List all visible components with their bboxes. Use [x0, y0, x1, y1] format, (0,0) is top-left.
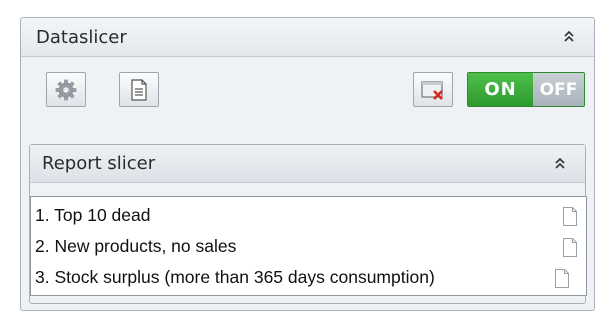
report-button[interactable]: [119, 72, 159, 107]
toggle-off-label: OFF: [533, 73, 584, 106]
double-chevron-up-icon: [564, 30, 574, 42]
dataslicer-title: Dataslicer: [36, 26, 127, 48]
list-item-label: 2. New products, no sales: [35, 236, 237, 256]
report-list: 1. Top 10 dead 2. New products, no sales…: [30, 196, 587, 296]
report-slicer-panel: Report slicer 1. Top 10 dead 2. New prod…: [29, 144, 587, 304]
list-item[interactable]: 2. New products, no sales: [31, 231, 586, 262]
list-item-label: 1. Top 10 dead: [35, 205, 151, 225]
double-chevron-up-icon: [555, 157, 565, 169]
collapse-dataslicer-button[interactable]: [558, 26, 580, 48]
document-icon: [131, 78, 147, 101]
report-slicer-header: Report slicer: [30, 145, 585, 183]
document-icon[interactable]: [554, 269, 570, 288]
report-slicer-title: Report slicer: [42, 153, 156, 174]
clear-filter-icon: [421, 80, 443, 100]
toggle-on-label: ON: [468, 73, 533, 106]
list-item-label: 3. Stock surplus (more than 365 days con…: [35, 267, 435, 287]
list-item[interactable]: 3. Stock surplus (more than 365 days con…: [31, 262, 586, 293]
list-item[interactable]: 1. Top 10 dead: [31, 200, 586, 231]
clear-filter-button[interactable]: [413, 72, 453, 107]
dataslicer-header: Dataslicer: [21, 18, 594, 57]
dataslicer-panel: Dataslicer ON OFF Report slicer 1. Top 1…: [20, 17, 595, 311]
on-off-toggle[interactable]: ON OFF: [467, 72, 585, 107]
dataslicer-toolbar: ON OFF: [21, 57, 594, 127]
document-icon[interactable]: [562, 207, 578, 226]
collapse-report-slicer-button[interactable]: [549, 153, 571, 175]
settings-button[interactable]: [46, 72, 86, 107]
gear-icon: [55, 79, 77, 100]
document-icon[interactable]: [562, 238, 578, 257]
